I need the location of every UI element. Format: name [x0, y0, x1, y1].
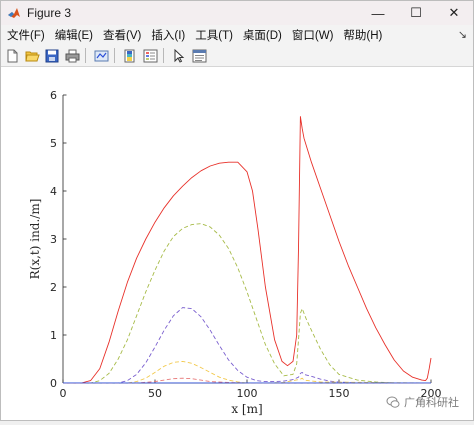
series-line-1: [63, 116, 432, 384]
y-tick-label: 3: [50, 233, 57, 246]
edit-plot-button[interactable]: [170, 47, 188, 65]
menu-file[interactable]: 文件(F): [1, 27, 50, 43]
y-tick-label: 0: [50, 377, 57, 390]
menu-help[interactable]: 帮助(H): [338, 27, 387, 43]
toolbar-separator: [85, 48, 86, 63]
print-icon: [65, 49, 79, 62]
toolbar-separator: [163, 48, 164, 63]
open-file-icon: [24, 51, 40, 61]
menu-edit[interactable]: 编辑(E): [50, 27, 98, 43]
line-plot[interactable]: 0 50 100 150 2000123456 x [m] R(x,t) ind./m]: [1, 67, 473, 420]
window-title: Figure 3: [27, 6, 72, 20]
property-inspector-button[interactable]: [190, 47, 208, 65]
menu-desktop[interactable]: 桌面(D): [238, 27, 287, 43]
toolbar-separator: [114, 48, 115, 63]
window-controls: — ☐ ✕: [359, 1, 473, 25]
menu-window[interactable]: 窗口(W): [287, 27, 339, 43]
x-axis-label: x [m]: [231, 402, 262, 416]
minimize-icon: —: [371, 5, 385, 21]
series-line-2: [63, 223, 431, 384]
new-figure-icon: [7, 49, 18, 62]
series-line-3: [63, 307, 431, 384]
tick-labels: 0 50 100 150 2000123456: [50, 89, 442, 400]
insert-colorbar-button[interactable]: [121, 47, 139, 65]
axes: [62, 94, 432, 384]
save-icon: [45, 49, 59, 62]
maximize-icon: ☐: [410, 5, 422, 20]
new-figure-button[interactable]: [3, 47, 21, 65]
x-tick-label: 100: [237, 387, 258, 400]
y-tick-label: 2: [50, 281, 57, 294]
dock-figure-icon[interactable]: ↘: [458, 28, 467, 41]
figure-canvas[interactable]: 0 50 100 150 200 0 1 2 3 4 5 6 x [m] R(x,t) ind./m]…: [1, 67, 473, 420]
y-tick-label: 5: [50, 137, 57, 150]
watermark-text: 广角科研社: [404, 397, 459, 409]
property-inspector-icon: [192, 49, 206, 62]
figure-window: Figure 3 — ☐ ✕ 文件(F) 编辑(E) 查看(V) 插入(I) 工…: [0, 0, 474, 421]
y-axis-label: R(x,t) ind./m]: [28, 199, 42, 280]
x-tick-label: 50: [148, 387, 162, 400]
y-tick-label: 1: [50, 329, 57, 342]
save-button[interactable]: [43, 47, 61, 65]
menu-bar: 文件(F) 编辑(E) 查看(V) 插入(I) 工具(T) 桌面(D) 窗口(W…: [1, 25, 473, 45]
wechat-icon: [386, 396, 400, 408]
watermark: 广角科研社: [386, 394, 459, 410]
figure-toolbar: [1, 45, 473, 67]
minimize-button[interactable]: —: [359, 1, 397, 25]
maximize-button[interactable]: ☐: [397, 1, 435, 25]
x-tick-label: 150: [329, 387, 350, 400]
insert-legend-icon: [143, 49, 157, 62]
insert-colorbar-icon: [124, 49, 135, 62]
matlab-logo-icon: [8, 8, 20, 18]
plot-lines: [63, 116, 432, 384]
edit-plot-arrow-icon: [174, 48, 185, 63]
close-button[interactable]: ✕: [435, 1, 473, 25]
y-tick-label: 6: [50, 89, 57, 102]
menu-view[interactable]: 查看(V): [98, 27, 146, 43]
y-tick-label: 4: [50, 185, 57, 198]
link-plot-icon: [94, 50, 108, 61]
print-button[interactable]: [63, 47, 81, 65]
open-file-button[interactable]: [23, 47, 41, 65]
title-bar[interactable]: Figure 3 — ☐ ✕: [1, 1, 473, 25]
insert-legend-button[interactable]: [141, 47, 159, 65]
link-plot-button[interactable]: [92, 47, 110, 65]
menu-insert[interactable]: 插入(I): [146, 27, 190, 43]
menu-tools[interactable]: 工具(T): [190, 27, 238, 43]
x-tick-label: 0: [60, 387, 67, 400]
close-icon: ✕: [448, 5, 460, 20]
